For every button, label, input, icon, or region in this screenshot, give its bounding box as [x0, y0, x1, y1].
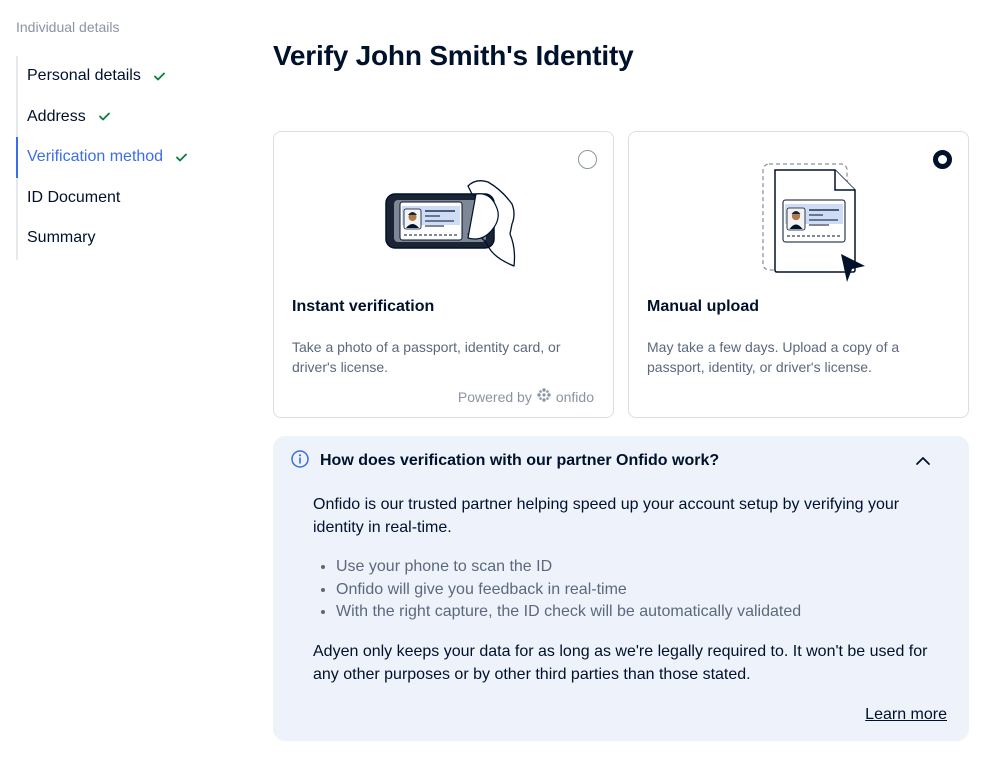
data-retention-text: Adyen only keeps your data for as long a… — [313, 642, 928, 683]
step-label: ID Document — [27, 188, 121, 206]
manual-upload-description: May take a few days. Upload a copy of a … — [647, 339, 900, 375]
document-upload-illustration — [629, 154, 968, 294]
step-id-document[interactable]: ID Document — [18, 178, 216, 219]
info-intro: Onfido is our trusted partner helping sp… — [313, 496, 900, 536]
checkmark-icon — [176, 153, 187, 162]
manual-upload-option[interactable]: Manual upload May take a few days. Uploa… — [628, 131, 969, 418]
step-label: Summary — [27, 229, 96, 247]
info-icon — [291, 449, 309, 473]
step-address[interactable]: Address — [18, 97, 216, 138]
page-title: Verify John Smith's Identity — [273, 40, 634, 71]
step-label: Personal details — [27, 67, 141, 85]
info-bullet-list: Use your phone to scan the ID Onfido wil… — [336, 556, 953, 624]
step-personal-details[interactable]: Personal details — [18, 56, 216, 97]
onfido-info-toggle[interactable]: How does verification with our partner O… — [291, 449, 951, 473]
onfido-info-panel: How does verification with our partner O… — [273, 436, 969, 741]
list-item: Use your phone to scan the ID — [336, 556, 953, 579]
info-heading: How does verification with our partner O… — [320, 452, 720, 469]
instant-verification-option[interactable]: Instant verification Take a photo of a p… — [273, 131, 614, 418]
step-verification-method[interactable]: Verification method — [16, 137, 216, 178]
instant-verification-description: Take a photo of a passport, identity car… — [292, 339, 561, 375]
provider-name: onfido — [555, 388, 594, 405]
instant-verification-title: Instant verification — [292, 298, 435, 315]
learn-more-link[interactable]: Learn more — [865, 706, 947, 724]
list-item: With the right capture, the ID check wil… — [336, 601, 953, 624]
step-label: Verification method — [27, 148, 164, 166]
step-label: Address — [27, 107, 86, 125]
sidebar-title: Individual details — [16, 19, 120, 35]
checkmark-icon — [98, 112, 110, 121]
step-summary[interactable]: Summary — [18, 218, 216, 259]
powered-by-onfido: Powered by onfido — [458, 388, 594, 405]
step-list: Personal details Address Verification me… — [16, 56, 216, 260]
powered-by-label: Powered by — [457, 388, 532, 405]
list-item: Onfido will give you feedback in real-ti… — [336, 579, 953, 602]
onfido-logo-icon — [537, 388, 551, 405]
phone-scan-illustration — [274, 154, 613, 294]
checkmark-icon — [153, 72, 165, 81]
info-body: Onfido is our trusted partner helping sp… — [313, 493, 953, 686]
chevron-up-icon[interactable] — [915, 453, 931, 471]
manual-upload-title: Manual upload — [647, 298, 759, 315]
